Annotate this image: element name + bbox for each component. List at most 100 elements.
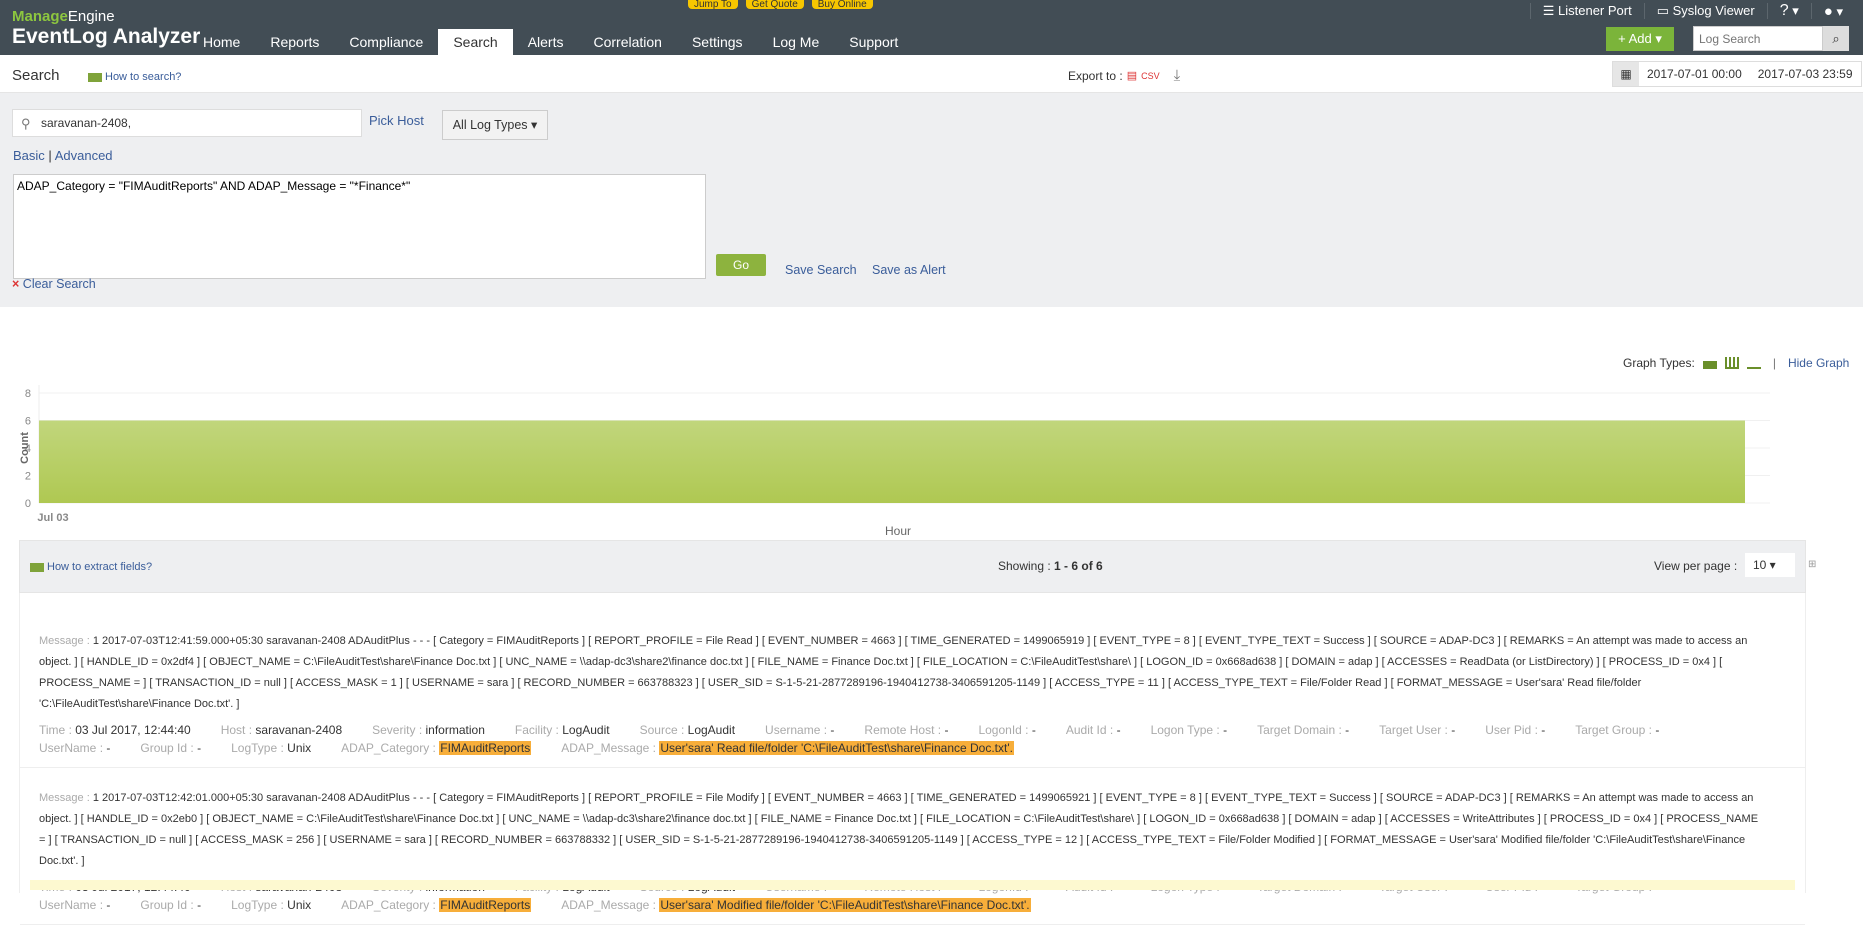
y-tick-label: 2 [25,471,31,483]
video-icon [30,562,44,572]
field-username: UserName : - [39,741,111,755]
field-group-id: Group Id : - [140,741,202,755]
promo-buy-online[interactable]: Buy Online [811,0,873,10]
nav-tab-settings[interactable]: Settings [677,29,758,55]
bar [39,420,1745,503]
field-remote-host: Remote Host : - [864,723,949,737]
close-icon: × [12,277,20,291]
search-icon[interactable]: ⌕ [1823,26,1849,51]
promo-jump-to[interactable]: Jump To [688,0,738,10]
field-logtype: LogType : Unix [231,898,312,912]
go-button[interactable]: Go [716,254,766,276]
log-fields: Time : 03 Jul 2017, 12:44:40 Host : sarav… [39,721,1759,757]
field-user-pid: User Pid : - [1485,723,1546,737]
field-host: Host : saravanan-2408 [220,723,343,737]
log-message: Message : 1 2017-07-03T12:41:59.000+05:3… [39,635,1748,710]
search-area: ⚲ saravanan-2408, Pick Host All Log Types… [0,93,1863,307]
field-group-id: Group Id : - [140,898,202,912]
per-page-select[interactable]: 10 ▾ [1745,553,1795,577]
divider [1529,3,1531,19]
video-icon [88,72,102,82]
results-toolbar: How to extract fields? Showing : 1 - 6 o… [19,540,1816,593]
divider [1810,3,1812,19]
promo-get-quote[interactable]: Get Quote [745,0,804,10]
nav-tab-correlation[interactable]: Correlation [578,29,676,55]
save-as-alert-link[interactable]: Save as Alert [872,263,946,277]
field-username: Username : - [765,723,835,737]
field-adap-category: ADAP_Category : FIMAuditReports [341,898,532,912]
highlighted-row [30,880,1795,890]
product-name: EventLog Analyzer [12,25,201,48]
add-button[interactable]: + Add ▾ [1606,27,1674,51]
promo-links: Jump To Get Quote Buy Online [688,0,873,10]
field-target-user: Target User : - [1379,723,1456,737]
log-types-dropdown[interactable]: All Log Types ▾ [442,110,548,140]
field-adap-message: ADAP_Message : User'sara' Modified file/… [561,898,1031,912]
main-nav: Home Reports Compliance Search Alerts Correla… [188,29,913,55]
date-range-picker[interactable]: ▦ 2017-07-01 00:00 2017-07-03 23:59 [1612,61,1862,87]
y-tick-label: 0 [25,498,31,510]
bar-chart-icon[interactable] [1724,357,1739,369]
syslog-viewer-link[interactable]: ▭ Syslog Viewer [1657,3,1755,19]
log-entry: Message : 1 2017-07-03T12:41:59.000+05:3… [20,593,1805,768]
field-severity: Severity : information [372,723,485,737]
export-group: Export to : ▤ CSV ⤓ [1068,67,1181,84]
log-entry: Message : 1 2017-07-03T12:42:01.000+05:3… [20,768,1805,925]
top-header: ManageEngine EventLog Analyzer Home Repor… [0,0,1863,55]
nav-tab-alerts[interactable]: Alerts [513,29,579,55]
field-username: UserName : - [39,898,111,912]
how-to-extract-link[interactable]: How to extract fields? [30,561,152,573]
graph-types: Graph Types: | Hide Graph [1623,356,1850,370]
field-facility: Facility : LogAudit [514,723,610,737]
field-target-group: Target Group : - [1575,723,1660,737]
divider [1643,3,1645,19]
field-logon-type: Logon Type : - [1150,723,1228,737]
download-icon[interactable]: ⤓ [1174,67,1181,84]
x-axis-title: Hour [885,524,911,538]
field-audit-id: Audit Id : - [1065,723,1121,737]
query-textarea[interactable]: ADAP_Category = "FIMAuditReports" AND AD… [13,174,706,279]
help-menu[interactable]: ? ▾ [1780,2,1799,20]
save-search-link[interactable]: Save Search [785,263,857,277]
user-avatar-menu[interactable]: ● ▾ [1824,3,1843,20]
y-tick-label: 6 [25,416,31,428]
showing-count: Showing : 1 - 6 of 6 [998,559,1103,573]
nav-tab-search[interactable]: Search [438,29,513,55]
log-message: Message : 1 2017-07-03T12:42:01.000+05:3… [39,792,1759,867]
nav-tab-support[interactable]: Support [834,29,913,55]
manageengine-logo: ManageEngine [12,8,115,25]
y-tick-label: 8 [25,388,31,400]
clear-search-link[interactable]: × Clear Search [12,277,96,291]
pdf-export-icon[interactable]: ▤ [1127,69,1137,82]
nav-tab-home[interactable]: Home [188,29,255,55]
host-input[interactable]: ⚲ saravanan-2408, [12,109,362,137]
field-adap-category: ADAP_Category : FIMAuditReports [341,741,532,755]
search-subheader: Search How to search? Export to : ▤ CSV … [0,55,1863,93]
tab-advanced[interactable]: Advanced [55,148,113,163]
top-right-links: ☰ Listener Port ▭ Syslog Viewer ? ▾ ● ▾ [1529,2,1843,20]
event-count-chart: 02468Jul 03CountHour [19,385,1770,538]
listener-port-link[interactable]: ☰ Listener Port [1543,3,1632,19]
line-chart-icon[interactable] [1746,357,1761,369]
nav-tab-log-me[interactable]: Log Me [758,29,835,55]
field-logonid: LogonId : - [978,723,1036,737]
calendar-icon: ▦ [1613,62,1639,86]
area-chart-icon[interactable] [1702,357,1717,369]
pick-host-link[interactable]: Pick Host [369,113,424,128]
nav-tab-reports[interactable]: Reports [255,29,334,55]
column-chooser-icon[interactable]: ⊞ [1808,559,1816,570]
field-adap-message: ADAP_Message : User'sara' Read file/fold… [561,741,1014,755]
tab-basic[interactable]: Basic [13,148,45,163]
field-target-domain: Target Domain : - [1257,723,1350,737]
field-time: Time : 03 Jul 2017, 12:44:40 [39,723,191,737]
x-tick-label: Jul 03 [37,512,68,524]
nav-tab-compliance[interactable]: Compliance [334,29,438,55]
hide-graph-link[interactable]: Hide Graph [1788,356,1849,370]
field-source: Source : LogAudit [639,723,736,737]
view-per-page-label: View per page : [1654,559,1738,573]
field-logtype: LogType : Unix [231,741,312,755]
search-icon: ⚲ [21,116,31,131]
how-to-search-link[interactable]: How to search? [88,71,181,83]
csv-export-icon[interactable]: CSV [1141,71,1160,81]
log-search-input[interactable] [1693,26,1823,51]
